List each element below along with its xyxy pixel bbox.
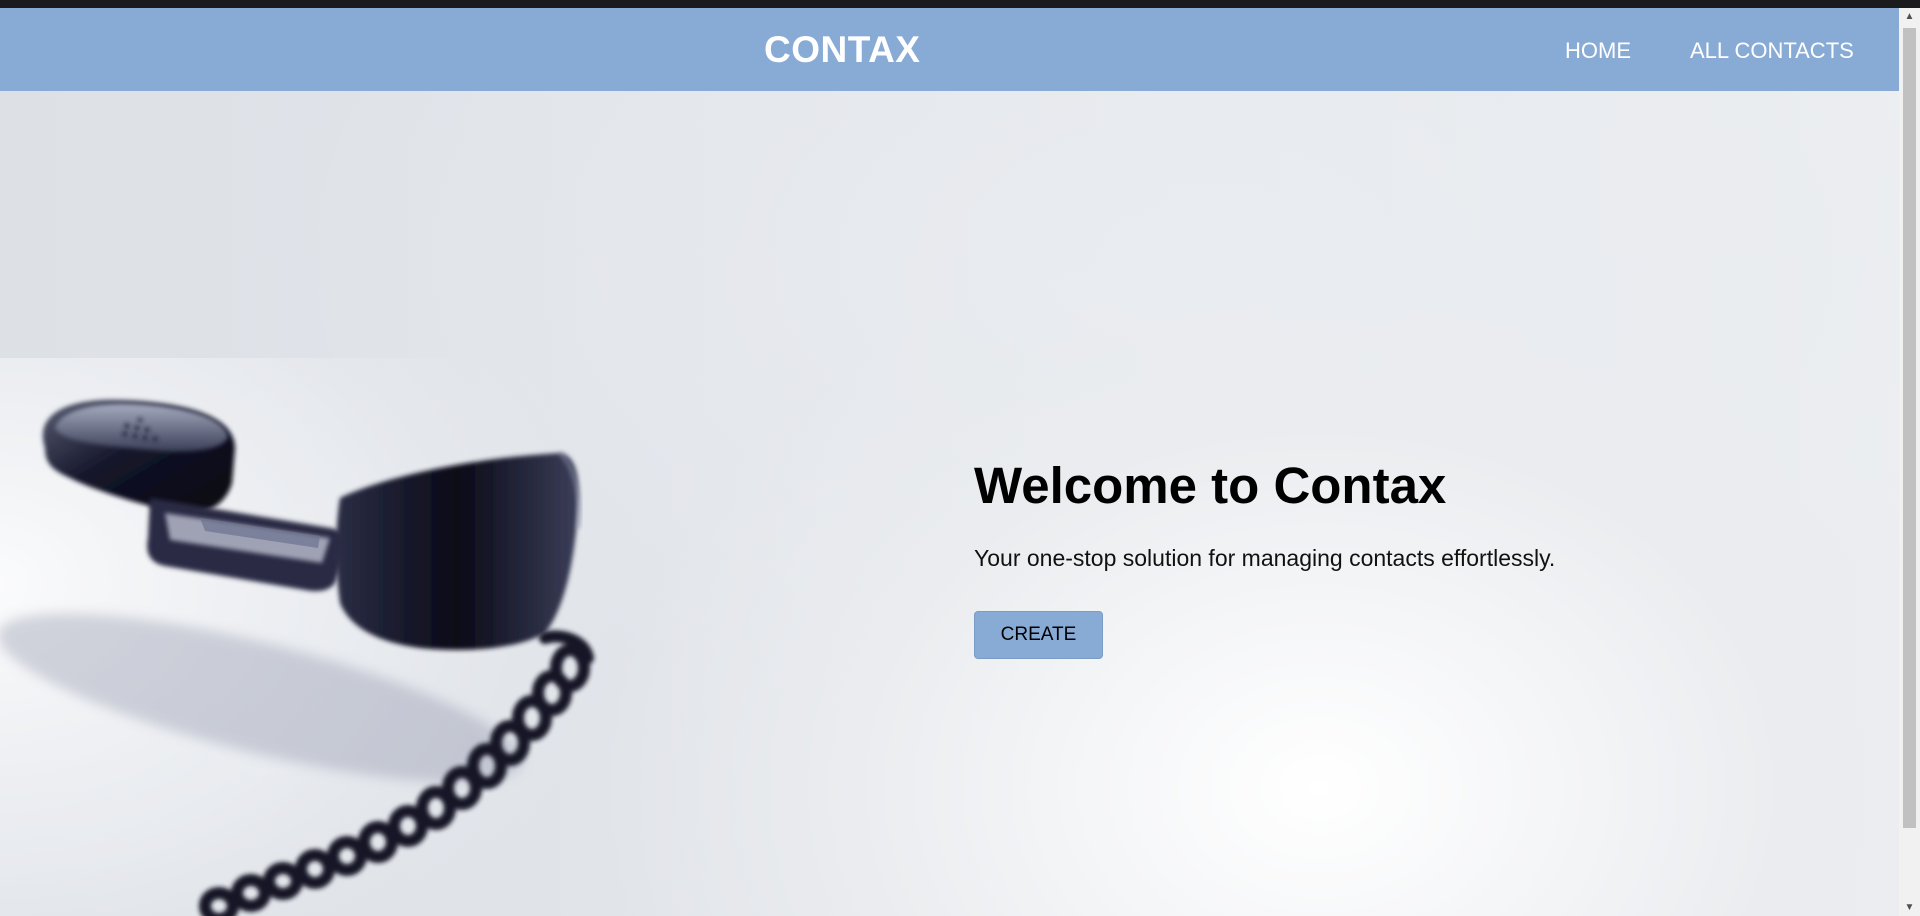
scrollbar-thumb[interactable] bbox=[1903, 28, 1916, 828]
scroll-up-arrow-icon[interactable]: ▲ bbox=[1899, 8, 1920, 25]
hero-title: Welcome to Contax bbox=[974, 457, 1447, 514]
nav-link-home[interactable]: HOME bbox=[1565, 38, 1631, 64]
telephone-handset-image bbox=[0, 358, 700, 916]
vertical-scrollbar[interactable]: ▲ ▼ bbox=[1899, 8, 1920, 916]
brand-logo[interactable]: CONTAX bbox=[764, 28, 920, 72]
scroll-down-arrow-icon[interactable]: ▼ bbox=[1899, 899, 1920, 916]
hero-section: Welcome to Contax Your one-stop solution… bbox=[974, 456, 1556, 659]
window-top-strip bbox=[0, 0, 1920, 8]
navbar: CONTAX HOME ALL CONTACTS bbox=[0, 8, 1899, 91]
nav-link-all-contacts[interactable]: ALL CONTACTS bbox=[1690, 38, 1854, 64]
page: CONTAX HOME ALL CONTACTS Welcome to Cont… bbox=[0, 8, 1899, 916]
hero-subtitle: Your one-stop solution for managing cont… bbox=[974, 545, 1556, 571]
create-button[interactable]: CREATE bbox=[974, 611, 1103, 659]
